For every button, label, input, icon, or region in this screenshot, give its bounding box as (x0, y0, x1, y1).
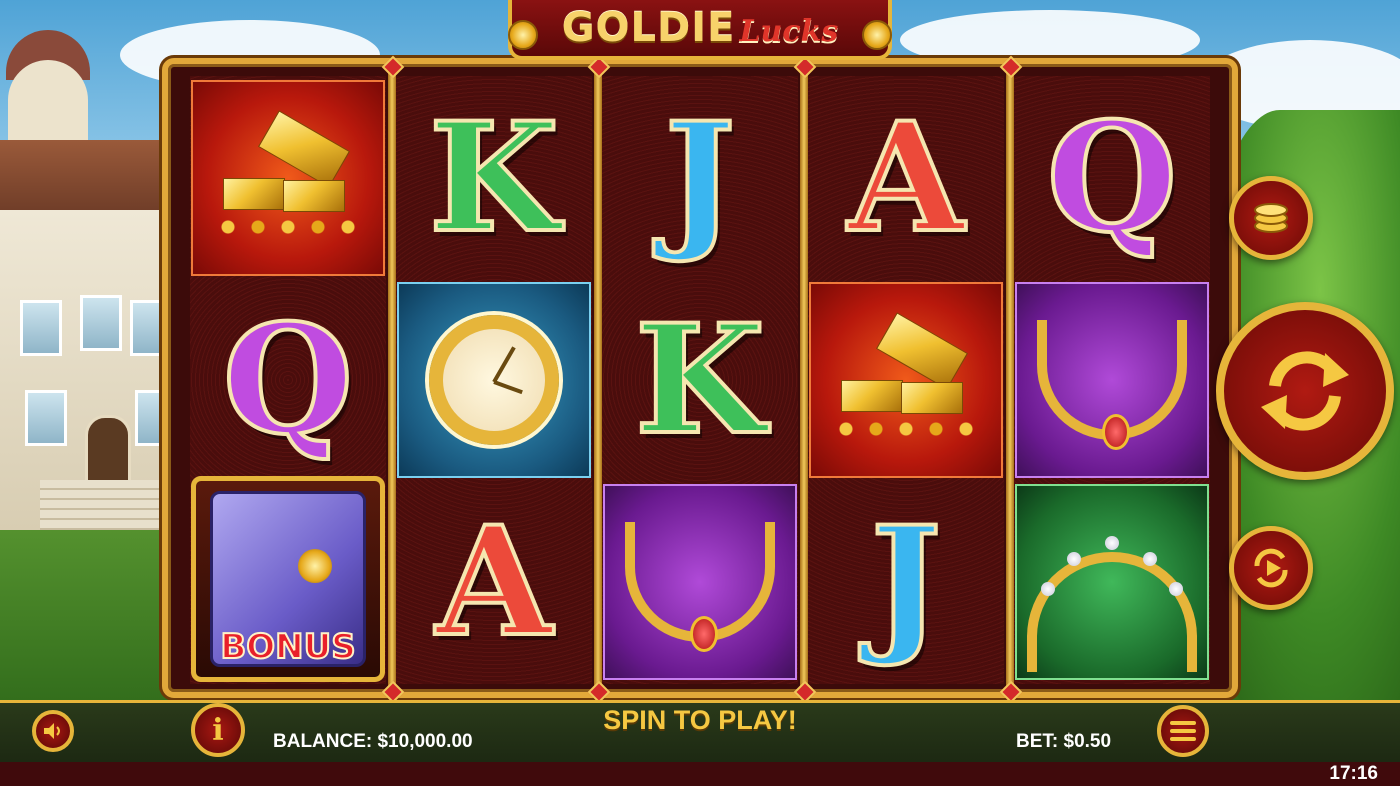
symbol-q: Q (1015, 80, 1209, 276)
bet-display: BET: $0.50 (1016, 731, 1112, 752)
spin-arrows-icon (1261, 351, 1349, 431)
symbol-q: Q (191, 282, 385, 478)
symbol-j: J (603, 80, 797, 276)
letter-j: J (869, 494, 944, 670)
autoplay-button[interactable] (1229, 526, 1313, 610)
ruby-gem (381, 55, 405, 79)
bet-coins-button[interactable] (1229, 176, 1313, 260)
symbol-j: J (809, 484, 1003, 680)
menu-icon (1170, 721, 1196, 741)
tiara-icon (1027, 532, 1197, 672)
mansion (0, 20, 180, 540)
logo-subtitle: Lucks (739, 14, 839, 49)
balance-display: BALANCE: $10,000.00 (273, 731, 473, 752)
symbol-bonus-safe: BONUS (191, 476, 385, 682)
reel-divider (594, 70, 602, 690)
sound-button[interactable] (32, 710, 74, 752)
info-button[interactable]: i (191, 703, 245, 757)
symbol-gold-bars (809, 282, 1003, 478)
speaker-icon (44, 723, 60, 739)
menu-button[interactable] (1157, 705, 1209, 757)
status-strip (0, 762, 1400, 786)
symbol-gold-bars (191, 80, 385, 276)
bonus-label: BONUS (219, 626, 356, 668)
letter-a: A (846, 90, 966, 266)
symbol-a: A (809, 80, 1003, 276)
spin-button[interactable] (1216, 302, 1394, 480)
coin-icon (508, 20, 538, 50)
watch-icon (429, 315, 559, 445)
symbol-k: K (603, 282, 797, 478)
coin-icon (862, 20, 892, 50)
letter-a: A (434, 494, 554, 670)
autoplay-icon (1254, 548, 1288, 588)
gold-bars-icon (213, 110, 363, 238)
symbol-necklace (1015, 282, 1209, 478)
symbol-a: A (397, 484, 591, 680)
necklace-icon (1037, 320, 1187, 450)
reel-divider (388, 70, 396, 690)
spin-to-play-message: SPIN TO PLAY! (603, 705, 797, 735)
reel-divider (1006, 70, 1014, 690)
clock: 17:16 (1329, 763, 1378, 784)
letter-j: J (663, 90, 738, 266)
symbol-watch (397, 282, 591, 478)
game-logo: GOLDIE Lucks (508, 0, 892, 60)
safe-dial (298, 549, 332, 583)
letter-q: Q (221, 292, 356, 468)
reel-divider (800, 70, 808, 690)
necklace-icon (625, 522, 775, 652)
letter-k: K (427, 90, 561, 266)
reels-grid: Q BONUS K A J K A J Q (162, 55, 1238, 704)
info-icon: i (212, 712, 224, 748)
coins-icon (1254, 203, 1288, 233)
letter-q: Q (1045, 90, 1180, 266)
ruby-gem (999, 55, 1023, 79)
symbol-k: K (397, 80, 591, 276)
logo-title: GOLDIE (561, 5, 736, 51)
gold-bars-icon (831, 312, 981, 440)
letter-k: K (633, 292, 767, 468)
symbol-tiara (1015, 484, 1209, 680)
symbol-necklace (603, 484, 797, 680)
